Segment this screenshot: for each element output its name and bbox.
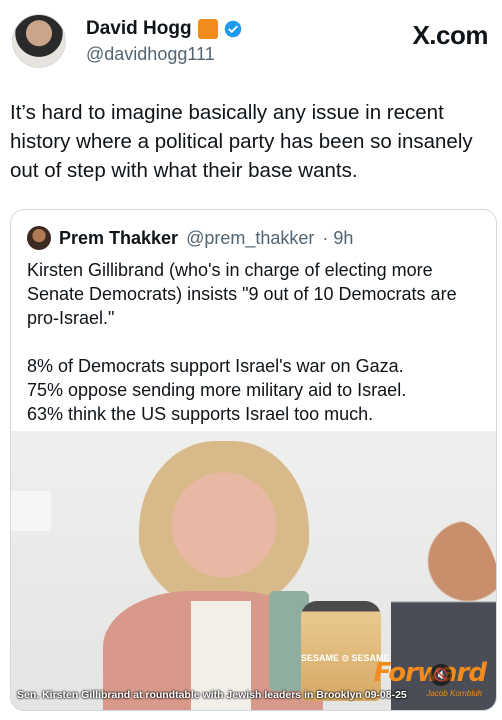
author-name-row: David Hogg [86, 18, 242, 40]
quote-stat-line: 8% of Democrats support Israel's war on … [27, 356, 404, 376]
wall-art [11, 491, 51, 531]
quote-stat-line: 75% oppose sending more military aid to … [27, 380, 407, 400]
quote-paragraph: Kirsten Gillibrand (who's in charge of e… [27, 260, 457, 328]
mute-icon[interactable]: 🔇 [430, 664, 452, 686]
avatar[interactable] [12, 14, 66, 68]
quote-author-name[interactable]: Prem Thakker [59, 228, 178, 249]
display-name[interactable]: David Hogg [86, 18, 192, 40]
verified-badge-icon [224, 20, 241, 38]
quote-tweet-card[interactable]: Prem Thakker @prem_thakker · 9h Kirsten … [10, 209, 497, 711]
quote-avatar[interactable] [27, 226, 51, 250]
quote-timestamp[interactable]: · 9h [322, 228, 353, 249]
quote-stat-line: 63% think the US supports Israel too muc… [27, 404, 374, 424]
quote-header: Prem Thakker @prem_thakker · 9h [27, 226, 353, 250]
tweet-text: It’s hard to imagine basically any issue… [10, 101, 473, 182]
quote-author-handle[interactable]: @prem_thakker [186, 228, 314, 249]
author-handle[interactable]: @davidhogg111 [86, 44, 215, 65]
orange-square-emoji [197, 19, 218, 39]
video-thumbnail[interactable]: SESAME ⊙ SESAME Forward Jacob Kornbluh 🔇… [11, 431, 496, 710]
video-caption: Sen. Kirsten Gillibrand at roundtable wi… [17, 689, 407, 701]
quote-text: Kirsten Gillibrand (who's in charge of e… [27, 258, 487, 426]
x-logo: X.com [412, 20, 488, 50]
